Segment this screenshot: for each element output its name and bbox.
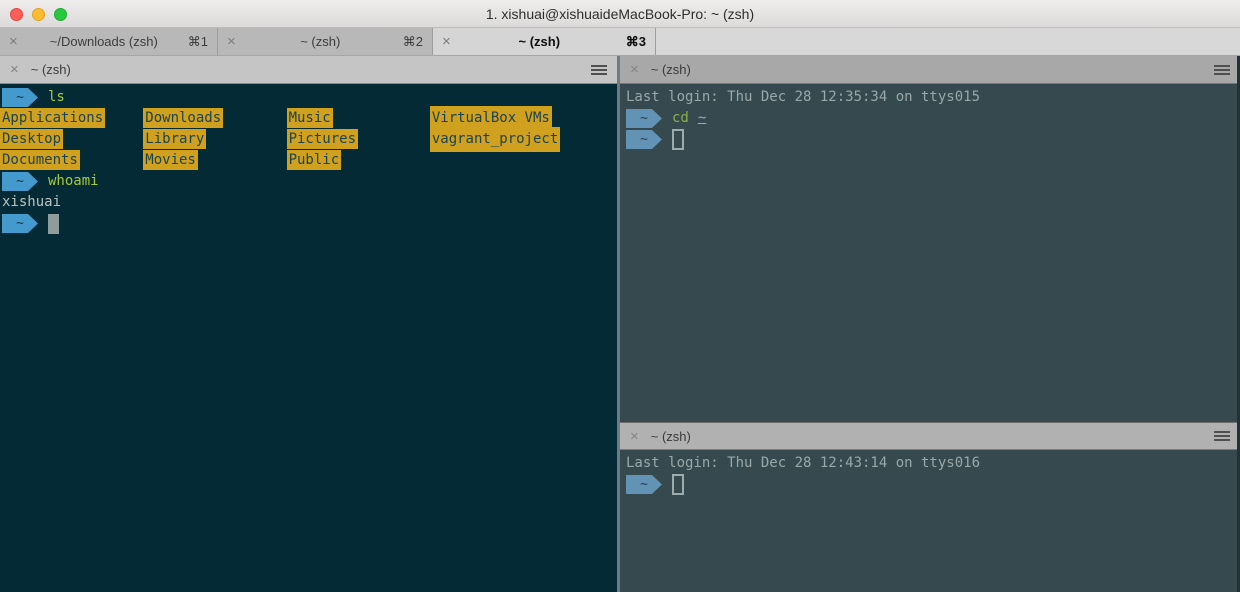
prompt-arrow: ~ xyxy=(2,88,38,107)
close-window-icon[interactable] xyxy=(10,7,23,21)
command-output: xishuai xyxy=(2,194,62,210)
directory-name: Library xyxy=(143,129,207,149)
zoom-window-icon[interactable] xyxy=(54,7,67,21)
prompt-arrow: ~ xyxy=(626,109,662,128)
pane-left: × ~ (zsh) ~ ls Applications Downloads Music… xyxy=(0,56,617,592)
tab-bar: × ~/Downloads (zsh) ⌘1 × ~ (zsh) ⌘2 × ~ … xyxy=(0,28,1240,56)
terminal-line: ~ xyxy=(626,129,1234,150)
pane-close-icon[interactable]: × xyxy=(630,428,639,445)
terminal-right-bottom[interactable]: Last login: Thu Dec 28 12:43:14 on ttys0… xyxy=(620,450,1240,592)
tab-shortcut: ⌘1 xyxy=(187,33,208,49)
pane-right-bottom-header: × ~ (zsh) xyxy=(620,422,1240,450)
pane-close-icon[interactable]: × xyxy=(10,61,19,78)
directory-name: Desktop xyxy=(0,129,64,149)
tab-downloads[interactable]: × ~/Downloads (zsh) ⌘1 xyxy=(0,28,218,55)
directory-name: Downloads xyxy=(143,108,224,128)
window-titlebar: 1. xishuai@xishuaideMacBook-Pro: ~ (zsh) xyxy=(0,0,1240,28)
tab-home-2[interactable]: × ~ (zsh) ⌘2 xyxy=(218,28,433,55)
tab-label: ~/Downloads (zsh) xyxy=(49,34,158,49)
command-text: whoami xyxy=(48,173,99,189)
minimize-window-icon[interactable] xyxy=(32,7,45,21)
last-login-line: Last login: Thu Dec 28 12:43:14 on ttys0… xyxy=(626,455,981,471)
tab-shortcut: ⌘3 xyxy=(625,33,646,49)
text-cursor-inactive xyxy=(672,129,684,150)
prompt-arrow: ~ xyxy=(2,214,38,233)
directory-name: Documents xyxy=(0,150,80,170)
terminal-line: ~ cd ~ xyxy=(626,108,1234,129)
ls-output-row: Applications Downloads Music VirtualBox VMs xyxy=(0,106,615,131)
pane-title: ~ (zsh) xyxy=(650,62,691,77)
tab-close-icon[interactable]: × xyxy=(9,33,18,50)
terminal-line: ~ xyxy=(626,474,1234,495)
window-title: 1. xishuai@xishuaideMacBook-Pro: ~ (zsh) xyxy=(485,5,755,22)
split-pane-area: × ~ (zsh) ~ ls Applications Downloads Music… xyxy=(0,56,1240,592)
terminal-left[interactable]: ~ ls Applications Downloads Music VirtualBox… xyxy=(0,84,617,592)
prompt-arrow: ~ xyxy=(2,172,38,191)
ls-output-row: Desktop Library Pictures vagrant_project xyxy=(0,127,615,152)
ls-output-row: Documents Movies Public xyxy=(0,150,615,171)
prompt-arrow: ~ xyxy=(626,475,662,494)
directory-name: Applications xyxy=(0,108,106,128)
tab-close-icon[interactable]: × xyxy=(442,33,451,50)
directory-name: Music xyxy=(286,108,333,128)
command-text: ls xyxy=(48,89,65,105)
directory-name: vagrant_project xyxy=(429,127,561,152)
directory-name: Movies xyxy=(143,150,198,170)
directory-name: Public xyxy=(286,150,342,170)
prompt-arrow: ~ xyxy=(626,130,662,149)
terminal-line: ~ whoami xyxy=(2,171,615,192)
pane-right-column: × ~ (zsh) Last login: Thu Dec 28 12:35:3… xyxy=(620,56,1240,592)
pane-close-icon[interactable]: × xyxy=(630,61,639,78)
directory-name: Pictures xyxy=(286,129,358,149)
pane-title: ~ (zsh) xyxy=(30,62,71,77)
tab-label: ~ (zsh) xyxy=(300,34,341,49)
terminal-right-top[interactable]: Last login: Thu Dec 28 12:35:34 on ttys0… xyxy=(620,84,1240,422)
tab-home-3-active[interactable]: × ~ (zsh) ⌘3 xyxy=(433,28,656,55)
pane-menu-icon[interactable] xyxy=(1214,64,1230,75)
pane-title: ~ (zsh) xyxy=(650,428,691,444)
pane-right-top-header: × ~ (zsh) xyxy=(620,56,1240,84)
terminal-line: ~ ls xyxy=(2,87,615,108)
tab-close-icon[interactable]: × xyxy=(227,33,236,50)
tab-label: ~ (zsh) xyxy=(518,34,561,49)
window-controls xyxy=(10,7,67,21)
pane-menu-icon[interactable] xyxy=(1214,431,1230,441)
text-cursor xyxy=(48,213,59,234)
text-cursor-inactive xyxy=(672,474,684,495)
command-text: cd xyxy=(672,110,689,126)
tab-shortcut: ⌘2 xyxy=(402,33,423,49)
pane-left-header: × ~ (zsh) xyxy=(0,56,617,84)
command-argument: ~ xyxy=(697,110,707,126)
last-login-line: Last login: Thu Dec 28 12:35:34 on ttys0… xyxy=(626,89,981,105)
terminal-line: ~ xyxy=(2,213,615,234)
pane-menu-icon[interactable] xyxy=(591,64,607,75)
